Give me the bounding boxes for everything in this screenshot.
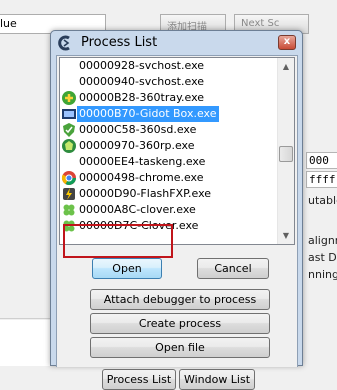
process-name: 00000D7C-Clover.exe	[79, 219, 199, 232]
cheat-engine-icon	[58, 35, 70, 51]
process-name: 00000A8C-clover.exe	[79, 203, 196, 216]
attach-debugger-button[interactable]: Attach debugger to process	[90, 289, 270, 310]
scan-value-text: lue	[0, 17, 17, 30]
background-label-fast: ast Di	[308, 251, 337, 264]
chrome-icon	[61, 171, 76, 185]
process-list-item[interactable]: 00000D90-FlashFXP.exe	[60, 186, 279, 202]
background-result-list	[0, 320, 55, 366]
background-divider	[0, 318, 55, 319]
360-tray-icon	[62, 91, 76, 105]
scrollbar-thumb[interactable]	[279, 146, 293, 162]
background-field-2[interactable]: ffff	[306, 171, 337, 188]
open-file-button[interactable]: Open file	[90, 337, 270, 358]
window-list-tab-button[interactable]: Window List	[179, 369, 255, 390]
dialog-client-area: 00000928-svchost.exe 00000940-svchost.exe…	[56, 55, 298, 390]
process-list-item[interactable]: 00000970-360rp.exe	[60, 138, 279, 154]
process-list-dialog: Process List x 00000928-svchost.exe 00000…	[50, 30, 303, 390]
process-list-item[interactable]: 00000498-chrome.exe	[60, 170, 279, 186]
process-list-item[interactable]: 00000A8C-clover.exe	[60, 202, 279, 218]
gidot-box-icon	[62, 109, 76, 119]
process-list-item[interactable]: 00000B70-Gidot Box.exe	[60, 106, 279, 122]
process-list-scrollbar[interactable]: ▲ ▼	[277, 58, 294, 244]
scroll-up-arrow-icon[interactable]: ▲	[278, 58, 294, 75]
process-list-item[interactable]: 00000D7C-Clover.exe	[60, 218, 279, 234]
close-button[interactable]: x	[278, 35, 296, 50]
process-name: 00000D90-FlashFXP.exe	[79, 187, 212, 200]
360sd-shield-icon	[63, 123, 75, 137]
process-list-item[interactable]: 00000EE4-taskeng.exe	[60, 154, 279, 170]
process-list-tab-button[interactable]: Process List	[102, 369, 176, 390]
process-name: 00000EE4-taskeng.exe	[79, 155, 206, 168]
create-process-button[interactable]: Create process	[90, 313, 270, 334]
scroll-down-arrow-icon[interactable]: ▼	[278, 227, 294, 244]
flashfxp-icon	[63, 188, 75, 200]
process-list-item[interactable]: 00000B28-360tray.exe	[60, 90, 279, 106]
close-icon: x	[283, 36, 291, 47]
process-name: 00000C58-360sd.exe	[79, 123, 197, 136]
background-label-alignment: alignme	[308, 234, 337, 247]
process-name: 00000B70-Gidot Box.exe	[77, 106, 220, 122]
dialog-title: Process List	[81, 35, 158, 50]
process-list-item[interactable]: 00000940-svchost.exe	[60, 74, 279, 90]
process-list-item[interactable]: 00000C58-360sd.exe	[60, 122, 279, 138]
background-label-executable: utable	[308, 194, 337, 207]
dialog-titlebar[interactable]: Process List x	[51, 31, 302, 55]
process-listbox[interactable]: 00000928-svchost.exe 00000940-svchost.exe…	[59, 57, 295, 245]
background-field-1[interactable]: 000	[306, 152, 337, 169]
360rp-icon	[62, 139, 76, 153]
open-button[interactable]: Open	[92, 258, 162, 279]
clover-icon	[63, 220, 75, 232]
process-list-item[interactable]: 00000928-svchost.exe	[60, 58, 279, 74]
process-name: 00000970-360rp.exe	[79, 139, 195, 152]
process-name: 00000940-svchost.exe	[79, 75, 205, 88]
clover-icon	[63, 204, 75, 216]
background-label-running: nning	[308, 268, 337, 281]
process-name: 00000B28-360tray.exe	[79, 91, 205, 104]
process-name: 00000928-svchost.exe	[79, 59, 205, 72]
process-name: 00000498-chrome.exe	[79, 171, 204, 184]
cancel-button[interactable]: Cancel	[197, 258, 269, 279]
